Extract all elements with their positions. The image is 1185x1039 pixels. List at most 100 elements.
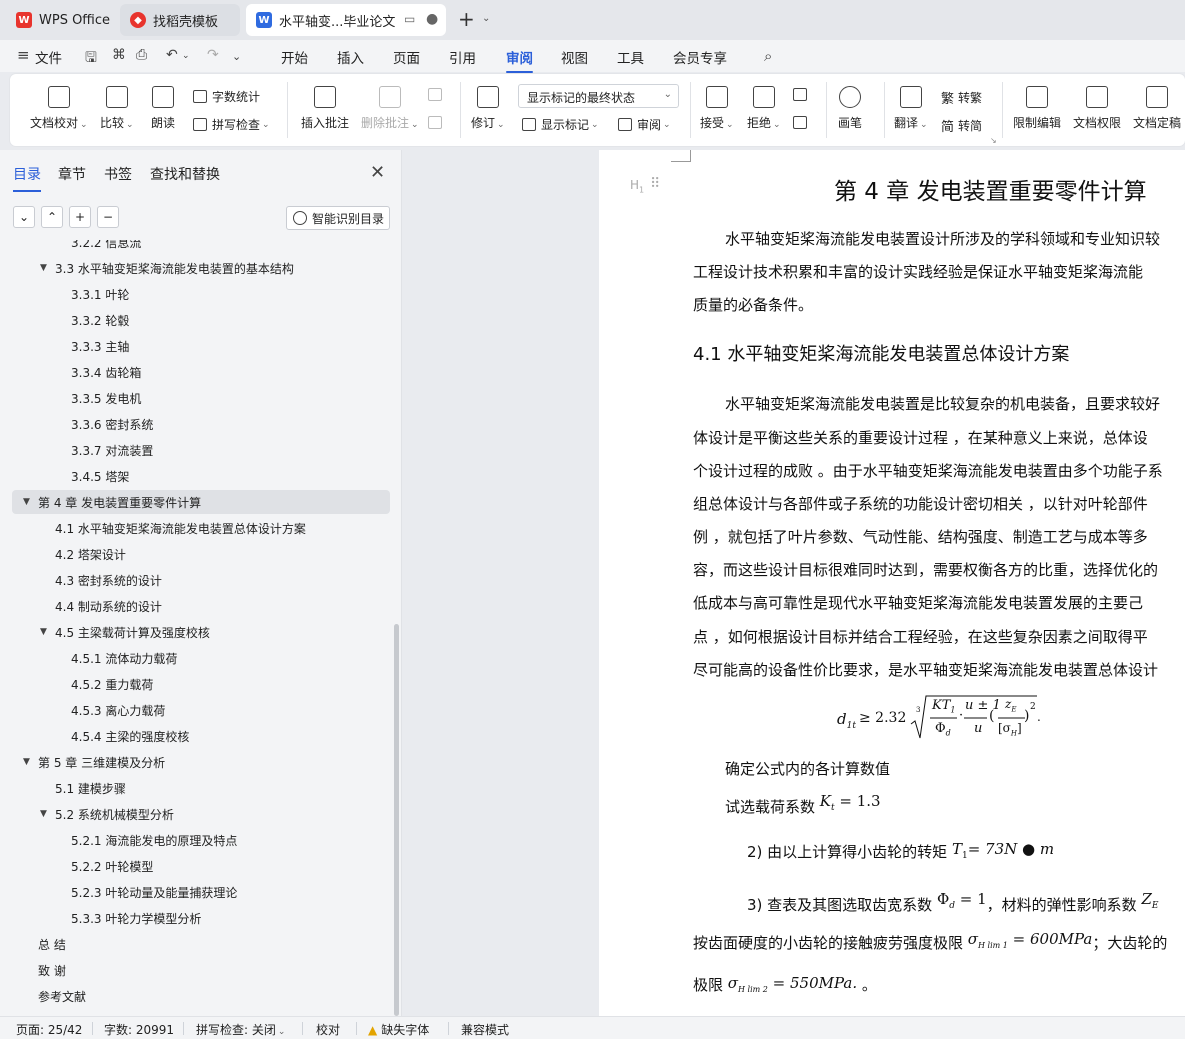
toc-item[interactable]: 3.3.2 轮毂 [0, 308, 392, 332]
drag-handle-icon[interactable]: ⠿ [650, 176, 660, 192]
menu-reference[interactable]: 引用 [449, 47, 476, 67]
toc-item[interactable]: 4.2 塔架设计 [0, 542, 392, 566]
chevron-down-icon[interactable]: ⌄ [482, 13, 490, 24]
show-markup-button[interactable]: 显示标记 ⌄ [522, 116, 599, 133]
nav-tab-toc[interactable]: 目录 [13, 164, 41, 192]
word-count-indicator[interactable]: 字数: 20991 [104, 1021, 174, 1038]
restrict-edit-button[interactable]: 限制编辑 [1013, 86, 1061, 131]
toc-item[interactable]: 3.3.7 对流装置 [0, 438, 392, 462]
screen-icon[interactable]: ▭ [404, 12, 415, 26]
spell-check-status[interactable]: 拼写检查: 关闭 ⌄ [196, 1021, 285, 1038]
toc-item[interactable]: 致 谢 [0, 958, 392, 982]
redo-icon[interactable]: ↷ [207, 47, 219, 63]
toc-item[interactable]: 5.2.3 叶轮动量及能量捕获理论 [0, 880, 392, 904]
read-aloud-button[interactable]: 朗读 [151, 86, 175, 131]
toc-item[interactable]: 3.2.2 信息流 [0, 240, 392, 254]
toc-item[interactable]: 5.1 建模步骤 [0, 776, 392, 800]
delete-comment-button[interactable]: 删除批注 ⌄ [361, 86, 419, 131]
doc-check-button[interactable]: 文档校对 ⌄ [30, 86, 88, 131]
expand-down-button[interactable]: ⌄ [13, 206, 35, 228]
pen-button[interactable]: 画笔 [838, 86, 862, 131]
proofread-status[interactable]: 校对 [316, 1021, 340, 1038]
toc-item[interactable]: 3.3.4 齿轮箱 [0, 360, 392, 384]
expand-triangle-icon[interactable]: ▼ [40, 263, 47, 273]
tab-wps-office[interactable]: W WPS Office [6, 4, 114, 36]
more-dropdown-icon[interactable]: ⌄ [232, 50, 241, 63]
toc-item[interactable]: 4.5.4 主梁的强度校核 [0, 724, 392, 748]
smart-toc-button[interactable]: 智能识别目录 [286, 206, 390, 230]
search-icon[interactable]: ⌕ [764, 47, 772, 65]
compare-button[interactable]: 比较 ⌄ [100, 86, 134, 131]
expand-triangle-icon[interactable]: ▼ [40, 809, 47, 819]
translate-button[interactable]: 翻译 ⌄ [894, 86, 928, 131]
doc-finalize-button[interactable]: 文档定稿 [1133, 86, 1181, 131]
toc-item[interactable]: ▼ 第 4 章 发电装置重要零件计算 [12, 490, 390, 514]
share-icon[interactable]: ⌘ [112, 47, 126, 63]
undo-dropdown-icon[interactable]: ⌄ [182, 51, 190, 61]
unsaved-dot-icon[interactable]: ● [426, 11, 438, 27]
insert-comment-button[interactable]: 插入批注 [301, 86, 349, 131]
save-icon[interactable]: 🖫 [85, 47, 97, 71]
print-preview-icon[interactable]: ⎙ [136, 47, 147, 63]
page-indicator[interactable]: 页面: 25/42 [16, 1021, 82, 1038]
markup-state-select[interactable]: 显示标记的最终状态 ⌄ [518, 84, 679, 108]
toc-item[interactable]: 4.5.3 离心力载荷 [0, 698, 392, 722]
missing-font-status[interactable]: ▲ 缺失字体 [368, 1021, 429, 1038]
toc-item[interactable]: 参考文献 [0, 984, 392, 1008]
toc-item[interactable]: 5.2.1 海流能发电的原理及特点 [0, 828, 392, 852]
heading-marker-icon[interactable]: H1 [630, 178, 644, 194]
to-simplified-button[interactable]: 简 转简 [941, 116, 982, 135]
close-icon[interactable]: ✕ [370, 162, 385, 183]
toc-item[interactable]: 4.5.1 流体动力载荷 [0, 646, 392, 670]
toc-item[interactable]: 3.4.5 塔架 [0, 464, 392, 488]
remove-heading-button[interactable]: − [97, 206, 119, 228]
add-heading-button[interactable]: + [69, 206, 91, 228]
hamburger-menu-icon[interactable]: ≡ [17, 46, 30, 64]
tab-document[interactable]: W 水平轴变...毕业论文 ▭ ● [246, 4, 446, 36]
menu-view[interactable]: 视图 [561, 47, 588, 67]
track-changes-button[interactable]: 修订 ⌄ [471, 86, 505, 131]
toc-item[interactable]: ▼ 4.5 主梁载荷计算及强度校核 [0, 620, 392, 644]
toc-item[interactable]: 4.4 制动系统的设计 [0, 594, 392, 618]
undo-icon[interactable]: ↶ [166, 47, 178, 63]
expand-triangle-icon[interactable]: ▼ [23, 757, 30, 767]
menu-member[interactable]: 会员专享 [673, 47, 727, 67]
menu-tools[interactable]: 工具 [617, 47, 644, 67]
review-pane-button[interactable]: 审阅 ⌄ [618, 116, 671, 133]
toc-item[interactable]: 总 结 [0, 932, 392, 956]
toc-item[interactable]: 5.3.3 叶轮力学模型分析 [0, 906, 392, 930]
toc-item[interactable]: 5.2.2 叶轮模型 [0, 854, 392, 878]
expand-group-icon[interactable]: ↘ [990, 136, 997, 145]
reject-button[interactable]: 拒绝 ⌄ [747, 86, 781, 131]
new-tab-icon[interactable]: + [458, 9, 475, 29]
toc-item[interactable]: ▼ 第 5 章 三维建模及分析 [0, 750, 392, 774]
expand-triangle-icon[interactable]: ▼ [40, 627, 47, 637]
menu-page[interactable]: 页面 [393, 47, 420, 67]
document-page[interactable]: H1 ⠿ 第 4 章 发电装置重要零件计算 水平轴变矩桨海流能发电装置设计所涉及… [599, 150, 1185, 1016]
menu-file[interactable]: 文件 [35, 47, 62, 67]
toc-item[interactable]: 4.5.2 重力载荷 [0, 672, 392, 696]
toc-item[interactable]: ▼ 3.3 水平轴变矩桨海流能发电装置的基本结构 [0, 256, 392, 280]
nav-tab-bookmarks[interactable]: 书签 [104, 164, 132, 184]
toc-scrollbar[interactable] [394, 624, 399, 1016]
toc-item[interactable]: 3.3.6 密封系统 [0, 412, 392, 436]
nav-tab-find-replace[interactable]: 查找和替换 [150, 164, 220, 184]
word-count-button[interactable]: 字数统计 [193, 88, 260, 105]
prev-comment-button[interactable] [428, 88, 447, 101]
next-comment-button[interactable] [428, 116, 447, 129]
menu-insert[interactable]: 插入 [337, 47, 364, 67]
to-traditional-button[interactable]: 繁 转繁 [941, 88, 982, 107]
menu-review[interactable]: 审阅 [506, 47, 533, 73]
tab-templates[interactable]: ◆ 找稻壳模板 [120, 4, 240, 36]
toc-item[interactable]: 3.3.5 发电机 [0, 386, 392, 410]
toc-item[interactable]: 3.3.3 主轴 [0, 334, 392, 358]
toc-item[interactable]: 4.1 水平轴变矩桨海流能发电装置总体设计方案 [0, 516, 392, 540]
collapse-up-button[interactable]: ⌃ [41, 206, 63, 228]
next-change-button[interactable] [793, 116, 812, 129]
prev-change-button[interactable] [793, 88, 812, 101]
menu-home[interactable]: 开始 [281, 47, 308, 67]
toc-item[interactable]: 3.3.1 叶轮 [0, 282, 392, 306]
expand-triangle-icon[interactable]: ▼ [23, 497, 30, 507]
accept-button[interactable]: 接受 ⌄ [700, 86, 734, 131]
spell-check-button[interactable]: 拼写检查 ⌄ [193, 116, 270, 133]
